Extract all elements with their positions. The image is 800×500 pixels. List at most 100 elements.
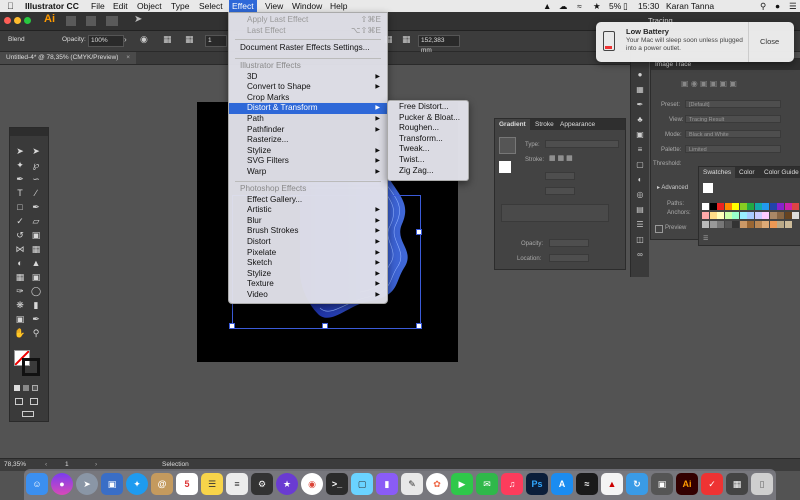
layers-icon[interactable]: ☰ bbox=[635, 220, 645, 230]
gradient-location-input[interactable] bbox=[549, 254, 589, 262]
tab-appearance[interactable]: Appearance bbox=[560, 119, 595, 130]
type-tool-icon[interactable]: T bbox=[14, 187, 26, 199]
swatch-chip[interactable] bbox=[792, 212, 799, 219]
swatch-chip[interactable] bbox=[709, 221, 717, 228]
swatch-chip[interactable] bbox=[739, 212, 747, 219]
tab-gradient[interactable]: Gradient bbox=[495, 119, 530, 130]
swatch-chip[interactable] bbox=[747, 212, 754, 219]
scale-tool-icon[interactable]: ▣ bbox=[30, 229, 42, 241]
photos-icon[interactable]: ✿ bbox=[426, 473, 448, 495]
notification-close-button[interactable]: Close bbox=[760, 37, 779, 46]
eraser-tool-icon[interactable]: ▱ bbox=[30, 215, 42, 227]
menu-type[interactable]: Type bbox=[168, 0, 192, 12]
swatch-chip[interactable] bbox=[754, 221, 762, 228]
width-tool-icon[interactable]: ⋈ bbox=[14, 243, 26, 255]
close-tab-icon[interactable]: × bbox=[126, 54, 130, 61]
swatch-chip[interactable] bbox=[777, 212, 784, 219]
menu-window[interactable]: Window bbox=[289, 0, 325, 12]
menu-app-name[interactable]: Illustrator CC bbox=[22, 0, 82, 12]
warp-item[interactable]: Warp ▶ bbox=[229, 167, 387, 178]
cloud-icon[interactable]: ☁ bbox=[556, 0, 571, 12]
symbols-icon[interactable]: ♣ bbox=[635, 115, 645, 125]
swatch-chip[interactable] bbox=[762, 221, 769, 228]
paintbrush-tool-icon[interactable]: ✒ bbox=[30, 201, 42, 213]
direct-selection-tool-icon[interactable]: ➤ bbox=[30, 145, 42, 157]
swatch-chip[interactable] bbox=[769, 203, 777, 210]
swatch-chip[interactable] bbox=[717, 203, 724, 210]
gradient-mode-icon[interactable] bbox=[23, 385, 29, 391]
notification-center-icon[interactable]: ☰ bbox=[786, 0, 800, 12]
artistic-item[interactable]: Artistic ▶ bbox=[229, 205, 387, 216]
zig-zag-item[interactable]: Zig Zag... bbox=[388, 166, 468, 177]
zoom-tool-icon[interactable]: ⚲ bbox=[30, 327, 42, 339]
swatch-chip[interactable] bbox=[784, 212, 792, 219]
swatch-chip[interactable] bbox=[762, 212, 769, 219]
finder-icon[interactable]: ☺ bbox=[26, 473, 48, 495]
artboard-tool-icon[interactable]: ▣ bbox=[14, 313, 26, 325]
pucker-bloat-item[interactable]: Pucker & Bloat... bbox=[388, 113, 468, 124]
draw-mode-icon[interactable] bbox=[15, 398, 23, 405]
system-preferences-icon[interactable]: ⚙ bbox=[251, 473, 273, 495]
trash-icon[interactable]: ▯ bbox=[751, 473, 773, 495]
angle-input[interactable] bbox=[545, 172, 575, 180]
stroke-panel-icon[interactable]: ≡ bbox=[635, 145, 645, 155]
swatch-chip[interactable] bbox=[784, 203, 792, 210]
swatch-chip[interactable] bbox=[702, 203, 709, 210]
shaper-tool-icon[interactable]: ✓ bbox=[14, 215, 26, 227]
tab-color[interactable]: Color bbox=[739, 167, 755, 178]
edit-toolbar-icon[interactable] bbox=[22, 411, 34, 417]
selection-tool-icon[interactable]: ➤ bbox=[14, 145, 26, 157]
swatch-library-icon[interactable]: ☰ bbox=[703, 235, 708, 242]
launchpad-icon[interactable]: ➤ bbox=[76, 473, 98, 495]
crop-marks-item[interactable]: Crop Marks bbox=[229, 93, 387, 104]
downloads-icon[interactable]: ✓ bbox=[701, 473, 723, 495]
arrange-documents-icon[interactable] bbox=[106, 16, 118, 26]
distort-transform-item[interactable]: Distort & Transform ▶ bbox=[229, 103, 387, 114]
trace-preset-icons[interactable]: ▣ ◉ ▣ ▣ ▣ ▣ bbox=[681, 79, 737, 88]
brushes-icon[interactable]: ✒ bbox=[635, 100, 645, 110]
mesh-tool-icon[interactable]: ▦ bbox=[14, 271, 26, 283]
preview-icon[interactable]: ▢ bbox=[351, 473, 373, 495]
color-mode-icon[interactable] bbox=[14, 385, 20, 391]
tools-panel-header[interactable] bbox=[10, 128, 48, 136]
graphic-styles-icon[interactable]: ▣ bbox=[635, 130, 645, 140]
svg-filters-item[interactable]: SVG Filters ▶ bbox=[229, 156, 387, 167]
menu-object[interactable]: Object bbox=[134, 0, 165, 12]
free-transform-tool-icon[interactable]: ▦ bbox=[30, 243, 42, 255]
opacity-input[interactable]: 100% bbox=[88, 35, 124, 47]
swatch-chip[interactable] bbox=[724, 212, 732, 219]
brush-strokes-item[interactable]: Brush Strokes ▶ bbox=[229, 226, 387, 237]
stock-icon[interactable] bbox=[86, 16, 96, 26]
stylize-item[interactable]: Stylize ▶ bbox=[229, 146, 387, 157]
swatch-chip[interactable] bbox=[754, 212, 762, 219]
ps-stylize-item[interactable]: Stylize ▶ bbox=[229, 269, 387, 280]
keynote-icon[interactable]: ▮ bbox=[376, 473, 398, 495]
path-item[interactable]: Path ▶ bbox=[229, 114, 387, 125]
apple-icon[interactable]:  bbox=[4, 0, 17, 12]
texture-item[interactable]: Texture ▶ bbox=[229, 279, 387, 290]
apply-last-effect-item[interactable]: Apply Last Effect ⇧⌘E bbox=[229, 15, 387, 26]
column-graph-tool-icon[interactable]: ▮ bbox=[30, 299, 42, 311]
blend-tool-icon[interactable]: ◯ bbox=[30, 285, 42, 297]
advanced-toggle[interactable]: ▸ Advanced bbox=[657, 184, 688, 191]
contacts-icon[interactable]: @ bbox=[151, 473, 173, 495]
pixelate-item[interactable]: Pixelate ▶ bbox=[229, 248, 387, 259]
gpu-preview-icon[interactable]: ➤ bbox=[134, 14, 142, 25]
symbol-sprayer-tool-icon[interactable]: ❋ bbox=[14, 299, 26, 311]
align-panel-icon[interactable]: ▤ bbox=[635, 205, 645, 215]
siri-icon[interactable]: ● bbox=[772, 0, 783, 12]
links-icon[interactable]: ∞ bbox=[635, 250, 645, 260]
dropbox-icon[interactable]: ▲ bbox=[540, 0, 554, 12]
imovie-icon[interactable]: ★ bbox=[276, 473, 298, 495]
align-left-icon[interactable]: ▦ bbox=[163, 34, 172, 45]
none-mode-icon[interactable] bbox=[32, 385, 38, 391]
bbox-handle-bottom-left[interactable] bbox=[229, 323, 235, 329]
shape-builder-tool-icon[interactable]: ◐ bbox=[14, 257, 26, 269]
user-name[interactable]: Karan Tanna bbox=[663, 0, 717, 12]
swatch-chip[interactable] bbox=[754, 203, 762, 210]
slice-tool-icon[interactable]: ✒ bbox=[30, 313, 42, 325]
photoshop-icon[interactable]: Ps bbox=[526, 473, 548, 495]
minimize-window-button[interactable] bbox=[14, 17, 21, 24]
stroke-swatch[interactable] bbox=[22, 358, 40, 376]
swatch-chip[interactable] bbox=[747, 221, 754, 228]
